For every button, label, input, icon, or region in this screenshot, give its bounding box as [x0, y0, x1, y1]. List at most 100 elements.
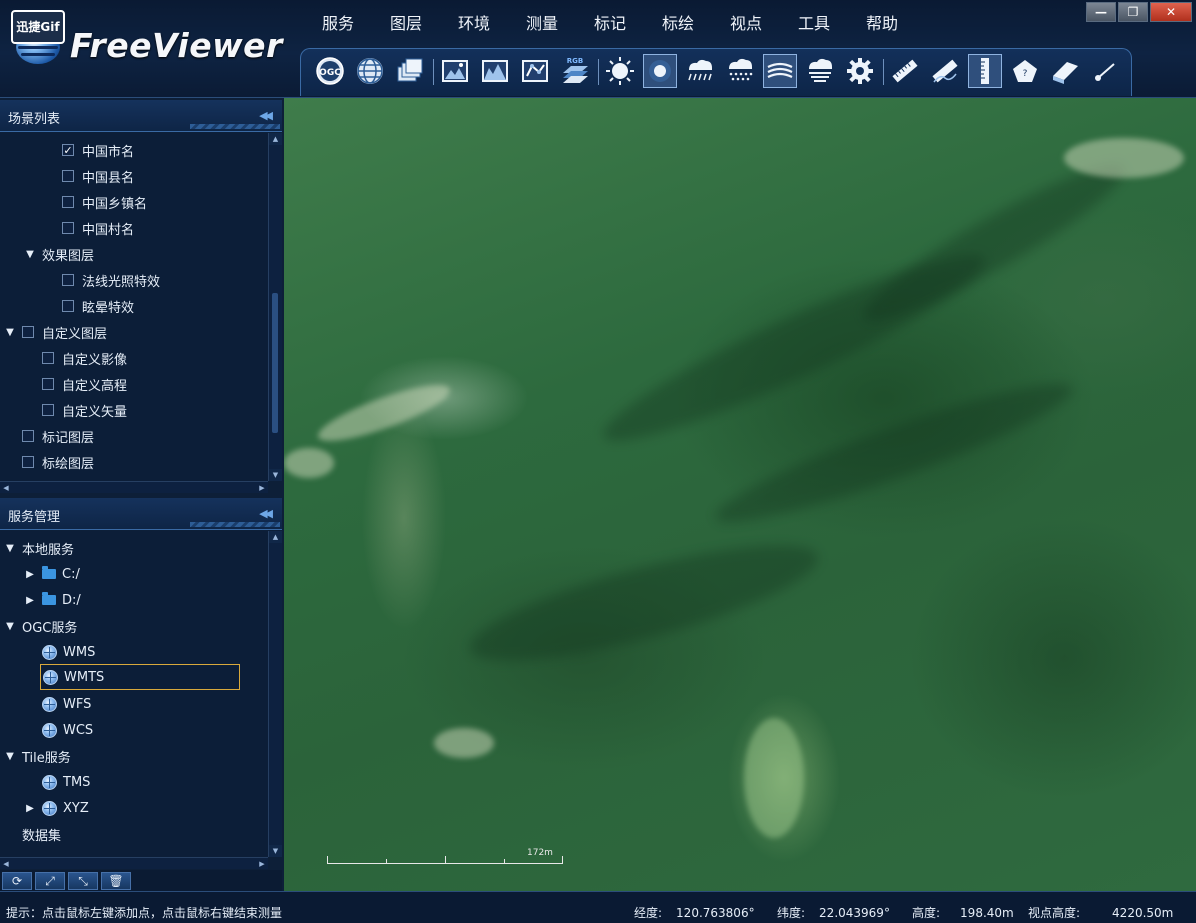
checkbox-checked[interactable]: ✓	[62, 144, 74, 157]
tree-item[interactable]: ▶ C:/	[24, 561, 80, 587]
menu-plot[interactable]: 标绘	[644, 12, 712, 36]
tree-item[interactable]: WMS	[42, 639, 95, 665]
tree-item[interactable]: 中国乡镇名	[62, 189, 147, 215]
tree-item[interactable]: 中国县名	[62, 163, 134, 189]
map-viewport[interactable]: 172m	[284, 98, 1196, 891]
collapse-left-icon[interactable]: ◀◀	[259, 507, 273, 520]
tree-item-label: WCS	[63, 722, 94, 738]
collapse-icon[interactable]: ⤡	[68, 872, 98, 890]
restore-button[interactable]: ❐	[1118, 2, 1148, 22]
scroll-right-icon[interactable]: ▶	[256, 482, 268, 494]
collapsed-caret-icon[interactable]: ▶	[24, 569, 36, 580]
checkbox[interactable]	[42, 404, 54, 416]
tree-item[interactable]: 眩晕特效	[62, 293, 134, 319]
tree-item[interactable]: ▼ OGC服务	[4, 613, 77, 639]
path-measure-icon[interactable]	[928, 54, 962, 88]
vector-icon[interactable]	[518, 54, 552, 88]
tree-item[interactable]: 标记图层	[22, 423, 94, 449]
scroll-right-icon[interactable]: ▶	[256, 858, 268, 870]
wind-icon[interactable]	[763, 54, 797, 88]
altitude-readout: 高度: 198.40m	[912, 904, 1014, 921]
tree-item[interactable]: 中国村名	[62, 215, 134, 241]
checkbox[interactable]	[22, 430, 34, 442]
image-icon[interactable]	[438, 54, 472, 88]
expanded-caret-icon[interactable]: ▼	[4, 327, 16, 338]
scroll-down-icon[interactable]: ▼	[269, 469, 282, 481]
checkbox[interactable]	[62, 196, 74, 208]
tree-item[interactable]: ▶ D:/	[24, 587, 81, 613]
collapsed-caret-icon[interactable]: ▶	[24, 595, 36, 606]
delete-icon[interactable]: 🗑	[101, 872, 131, 890]
checkbox[interactable]	[62, 170, 74, 182]
globe-icon[interactable]	[353, 54, 387, 88]
tree-item[interactable]: ▼ 自定义图层	[4, 319, 107, 345]
tree-item[interactable]: 数据集	[22, 821, 61, 847]
checkbox[interactable]	[22, 456, 34, 468]
rain-icon[interactable]	[683, 54, 717, 88]
sun-icon[interactable]	[603, 54, 637, 88]
menu-tools[interactable]: 工具	[780, 12, 848, 36]
plane-measure-icon[interactable]	[1048, 54, 1082, 88]
checkbox[interactable]	[42, 352, 54, 364]
scene-vertical-scrollbar[interactable]: ▲ ▼	[268, 133, 282, 481]
expanded-caret-icon[interactable]: ▼	[4, 543, 16, 554]
menu-service[interactable]: 服务	[304, 12, 372, 36]
tree-item[interactable]: 自定义高程	[42, 371, 127, 397]
area-measure-icon[interactable]: ?	[1008, 54, 1042, 88]
tree-item[interactable]: ▼ 本地服务	[4, 535, 74, 561]
tree-item[interactable]: ▼ 效果图层	[24, 241, 94, 267]
collapsed-caret-icon[interactable]: ▶	[24, 803, 36, 814]
tree-item[interactable]: WCS	[42, 717, 93, 743]
height-measure-icon[interactable]	[968, 54, 1002, 88]
expanded-caret-icon[interactable]: ▼	[24, 249, 36, 260]
pen-icon[interactable]	[1088, 54, 1122, 88]
settings-icon[interactable]	[843, 54, 877, 88]
tree-item[interactable]: 标绘图层	[22, 449, 94, 475]
ogc-icon[interactable]: OGC	[313, 54, 347, 88]
menu-environment[interactable]: 环境	[440, 12, 508, 36]
scroll-up-icon[interactable]: ▲	[269, 133, 282, 145]
collapse-left-icon[interactable]: ◀◀	[259, 109, 273, 122]
tree-item-selected[interactable]: WMTS	[40, 664, 240, 690]
tree-item[interactable]: 自定义矢量	[42, 397, 127, 423]
checkbox[interactable]	[62, 274, 74, 286]
expanded-caret-icon[interactable]: ▼	[4, 751, 16, 762]
checkbox[interactable]	[42, 378, 54, 390]
menu-viewpoint[interactable]: 视点	[712, 12, 780, 36]
ruler-icon[interactable]	[888, 54, 922, 88]
scroll-left-icon[interactable]: ◀	[0, 858, 12, 870]
scroll-up-icon[interactable]: ▲	[269, 531, 282, 543]
snow-icon[interactable]	[723, 54, 757, 88]
expanded-caret-icon[interactable]: ▼	[4, 621, 16, 632]
terrain-icon[interactable]	[478, 54, 512, 88]
close-button[interactable]: ✕	[1150, 2, 1192, 22]
scene-horizontal-scrollbar[interactable]: ◀ ▶	[0, 481, 268, 493]
service-horizontal-scrollbar[interactable]: ◀ ▶	[0, 857, 268, 869]
menu-help[interactable]: 帮助	[848, 12, 916, 36]
menu-marker[interactable]: 标记	[576, 12, 644, 36]
rgb-icon[interactable]: RGB	[558, 54, 592, 88]
toolbar-separator	[433, 59, 434, 85]
tree-item[interactable]: 法线光照特效	[62, 267, 160, 293]
scrollbar-thumb[interactable]	[272, 293, 278, 433]
scroll-down-icon[interactable]: ▼	[269, 845, 282, 857]
tree-item[interactable]: WFS	[42, 691, 91, 717]
tree-item[interactable]: ▶ XYZ	[24, 795, 89, 821]
tree-item[interactable]: 自定义影像	[42, 345, 127, 371]
menu-measure[interactable]: 测量	[508, 12, 576, 36]
expand-icon[interactable]: ⤢	[35, 872, 65, 890]
checkbox[interactable]	[62, 300, 74, 312]
layers-icon[interactable]	[393, 54, 427, 88]
tree-item[interactable]: ▼ Tile服务	[4, 743, 71, 769]
fog-icon[interactable]	[803, 54, 837, 88]
sphere-icon[interactable]	[643, 54, 677, 88]
checkbox[interactable]	[22, 326, 34, 338]
tree-item[interactable]: ✓ 中国市名	[62, 137, 134, 163]
checkbox[interactable]	[62, 222, 74, 234]
refresh-icon[interactable]: ⟳	[2, 872, 32, 890]
tree-item[interactable]: TMS	[42, 769, 90, 795]
minimize-button[interactable]: —	[1086, 2, 1116, 22]
service-vertical-scrollbar[interactable]: ▲ ▼	[268, 531, 282, 857]
menu-layer[interactable]: 图层	[372, 12, 440, 36]
scroll-left-icon[interactable]: ◀	[0, 482, 12, 494]
